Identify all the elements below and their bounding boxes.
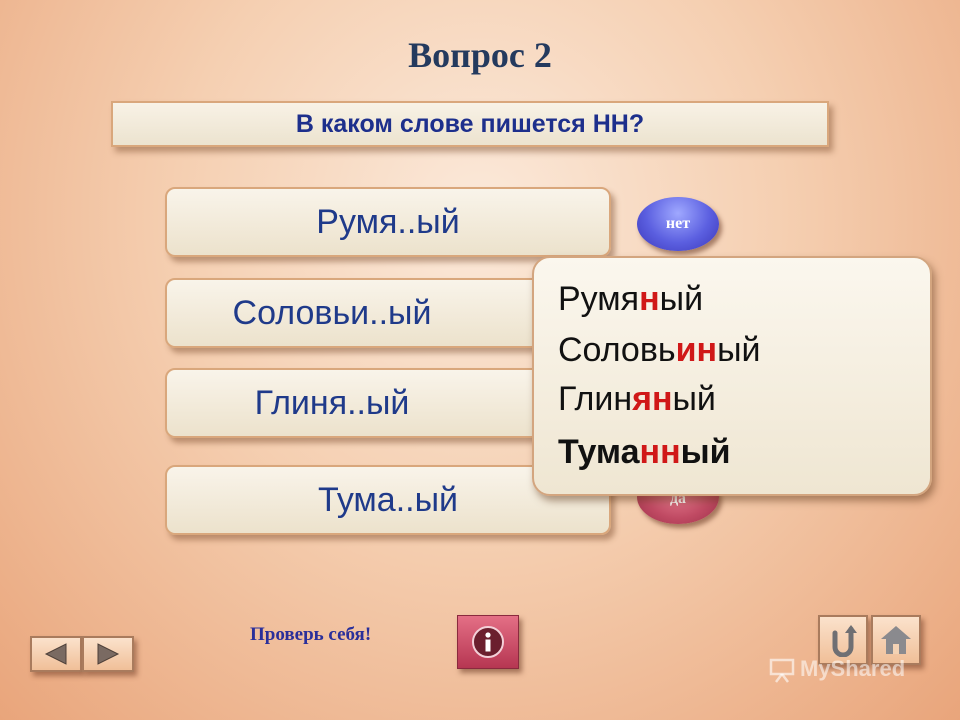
option-label: Тума..ый — [317, 481, 459, 519]
watermark: MyShared — [768, 656, 905, 683]
popup-line-3: Глиняный — [558, 380, 716, 418]
popup-line-2: Соловьиный — [558, 331, 761, 369]
info-button[interactable] — [457, 615, 519, 669]
option-rumyany[interactable]: Румя..ый — [165, 187, 611, 257]
popup-line-4: Туманный — [558, 433, 731, 471]
presentation-icon — [769, 658, 795, 683]
arrow-left-icon — [44, 643, 67, 665]
info-icon — [472, 626, 504, 658]
option-label: Глиня..ый — [254, 384, 410, 422]
question-banner: В каком слове пишется НН? — [111, 101, 829, 147]
return-icon — [832, 625, 857, 657]
home-icon — [881, 626, 911, 654]
next-slide-button[interactable] — [82, 636, 134, 672]
arrow-right-icon — [97, 643, 120, 665]
check-yourself-label: Проверь себя! — [250, 624, 372, 645]
answer-no-button[interactable]: нет — [637, 197, 719, 251]
answer-popup: Румяный Соловьиный Глиняный Туманный — [532, 256, 932, 496]
popup-line-1: Румяный — [558, 280, 704, 318]
prev-slide-button[interactable] — [30, 636, 82, 672]
option-label: Румя..ый — [316, 203, 460, 241]
option-label: Соловьи..ый — [232, 294, 432, 332]
slide-title: Вопрос 2 — [408, 35, 552, 75]
